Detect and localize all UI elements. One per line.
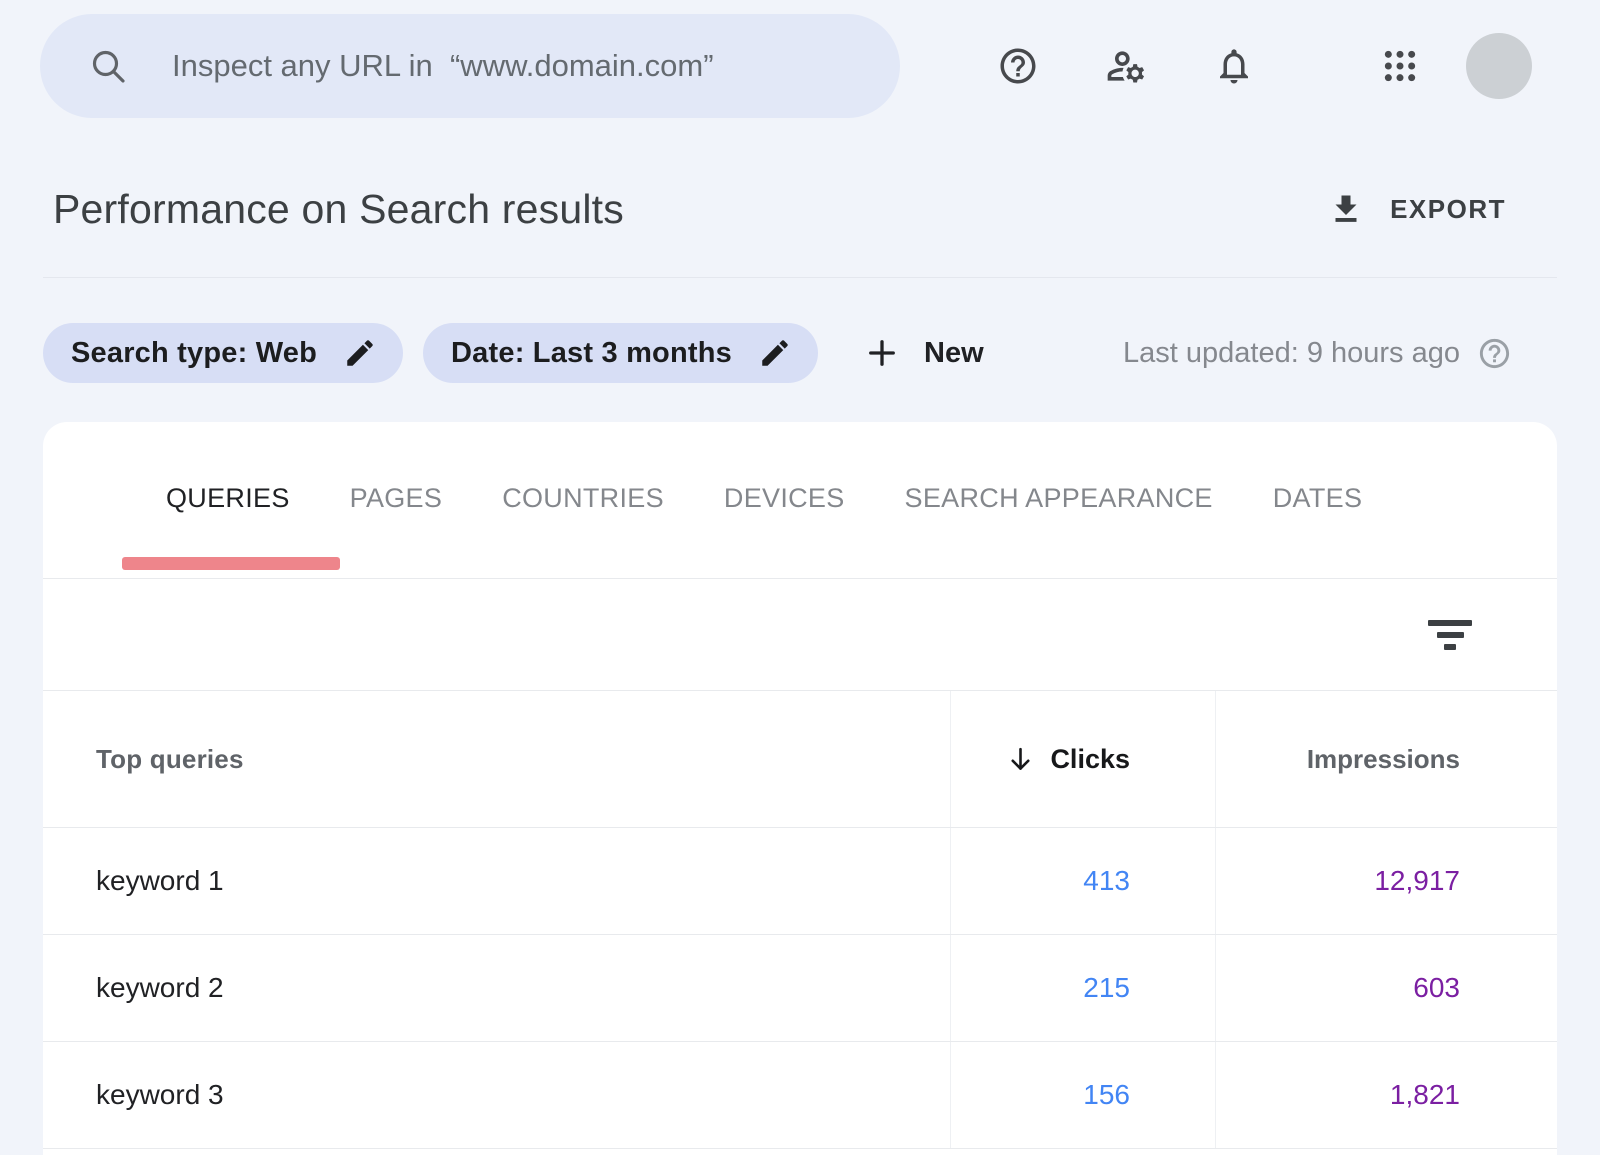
dimension-tabs: QUERIES PAGES COUNTRIES DEVICES SEARCH A… <box>43 422 1557 579</box>
search-type-chip[interactable]: Search type: Web <box>43 323 403 383</box>
table-row[interactable]: keyword 3 156 1,821 <box>43 1042 1557 1149</box>
filter-rows-icon[interactable] <box>1428 620 1472 650</box>
title-row: Performance on Search results EXPORT <box>0 180 1600 238</box>
last-updated-text: Last updated: 9 hours ago <box>1123 337 1460 370</box>
title-divider <box>43 277 1557 278</box>
table-row[interactable]: keyword 1 413 12,917 <box>43 828 1557 935</box>
table-row[interactable]: keyword 2 215 603 <box>43 935 1557 1042</box>
page-title: Performance on Search results <box>53 186 624 233</box>
sort-descending-arrow-icon <box>1005 744 1036 775</box>
query-cell[interactable]: keyword 1 <box>43 828 950 934</box>
table-toolbar <box>43 579 1557 691</box>
edit-pencil-icon <box>343 336 377 370</box>
date-range-chip[interactable]: Date: Last 3 months <box>423 323 818 383</box>
google-apps-grid-icon[interactable] <box>1378 44 1422 88</box>
edit-pencil-icon <box>758 336 792 370</box>
active-tab-underline <box>122 557 340 570</box>
impressions-value: 12,917 <box>1374 865 1460 897</box>
queries-table: Top queries Clicks Impressions keyword 1… <box>43 691 1557 1149</box>
date-range-chip-label: Date: Last 3 months <box>451 337 732 370</box>
column-header-impressions[interactable]: Impressions <box>1215 691 1557 827</box>
new-filter-label: New <box>924 337 984 370</box>
topbar: Inspect any URL in “www.domain.com” <box>0 0 1600 118</box>
column-header-clicks[interactable]: Clicks <box>950 691 1215 827</box>
user-settings-icon[interactable] <box>1104 44 1148 88</box>
search-icon <box>88 46 128 86</box>
new-filter-button[interactable]: New <box>864 335 984 371</box>
column-header-top-queries[interactable]: Top queries <box>43 691 950 827</box>
last-updated: Last updated: 9 hours ago <box>1123 336 1512 371</box>
tab-dates[interactable]: DATES <box>1273 483 1363 518</box>
help-icon[interactable] <box>996 44 1040 88</box>
impressions-value: 603 <box>1413 972 1460 1004</box>
clicks-value[interactable]: 215 <box>1083 972 1130 1004</box>
tab-devices[interactable]: DEVICES <box>724 483 845 518</box>
query-cell[interactable]: keyword 3 <box>43 1042 950 1148</box>
export-button[interactable]: EXPORT <box>1328 191 1506 227</box>
tab-countries[interactable]: COUNTRIES <box>502 483 664 518</box>
query-cell[interactable]: keyword 2 <box>43 935 950 1041</box>
filter-row: Search type: Web Date: Last 3 months New… <box>0 323 1600 383</box>
clicks-value[interactable]: 156 <box>1083 1079 1130 1111</box>
notifications-bell-icon[interactable] <box>1212 44 1256 88</box>
user-avatar[interactable] <box>1466 33 1532 99</box>
tab-queries[interactable]: QUERIES <box>166 483 290 518</box>
clicks-header-label: Clicks <box>1050 744 1130 775</box>
tab-search-appearance[interactable]: SEARCH APPEARANCE <box>905 483 1213 518</box>
performance-card: QUERIES PAGES COUNTRIES DEVICES SEARCH A… <box>43 422 1557 1155</box>
search-input-placeholder: Inspect any URL in “www.domain.com” <box>172 48 714 84</box>
tab-pages[interactable]: PAGES <box>350 483 443 518</box>
impressions-value: 1,821 <box>1390 1079 1460 1111</box>
plus-icon <box>864 335 900 371</box>
url-inspect-search-bar[interactable]: Inspect any URL in “www.domain.com” <box>40 14 900 118</box>
help-outline-icon[interactable] <box>1477 336 1512 371</box>
export-label: EXPORT <box>1390 194 1506 225</box>
clicks-value[interactable]: 413 <box>1083 865 1130 897</box>
topbar-icons <box>996 33 1532 99</box>
table-header-row: Top queries Clicks Impressions <box>43 691 1557 828</box>
download-icon <box>1328 191 1364 227</box>
search-type-chip-label: Search type: Web <box>71 337 317 370</box>
